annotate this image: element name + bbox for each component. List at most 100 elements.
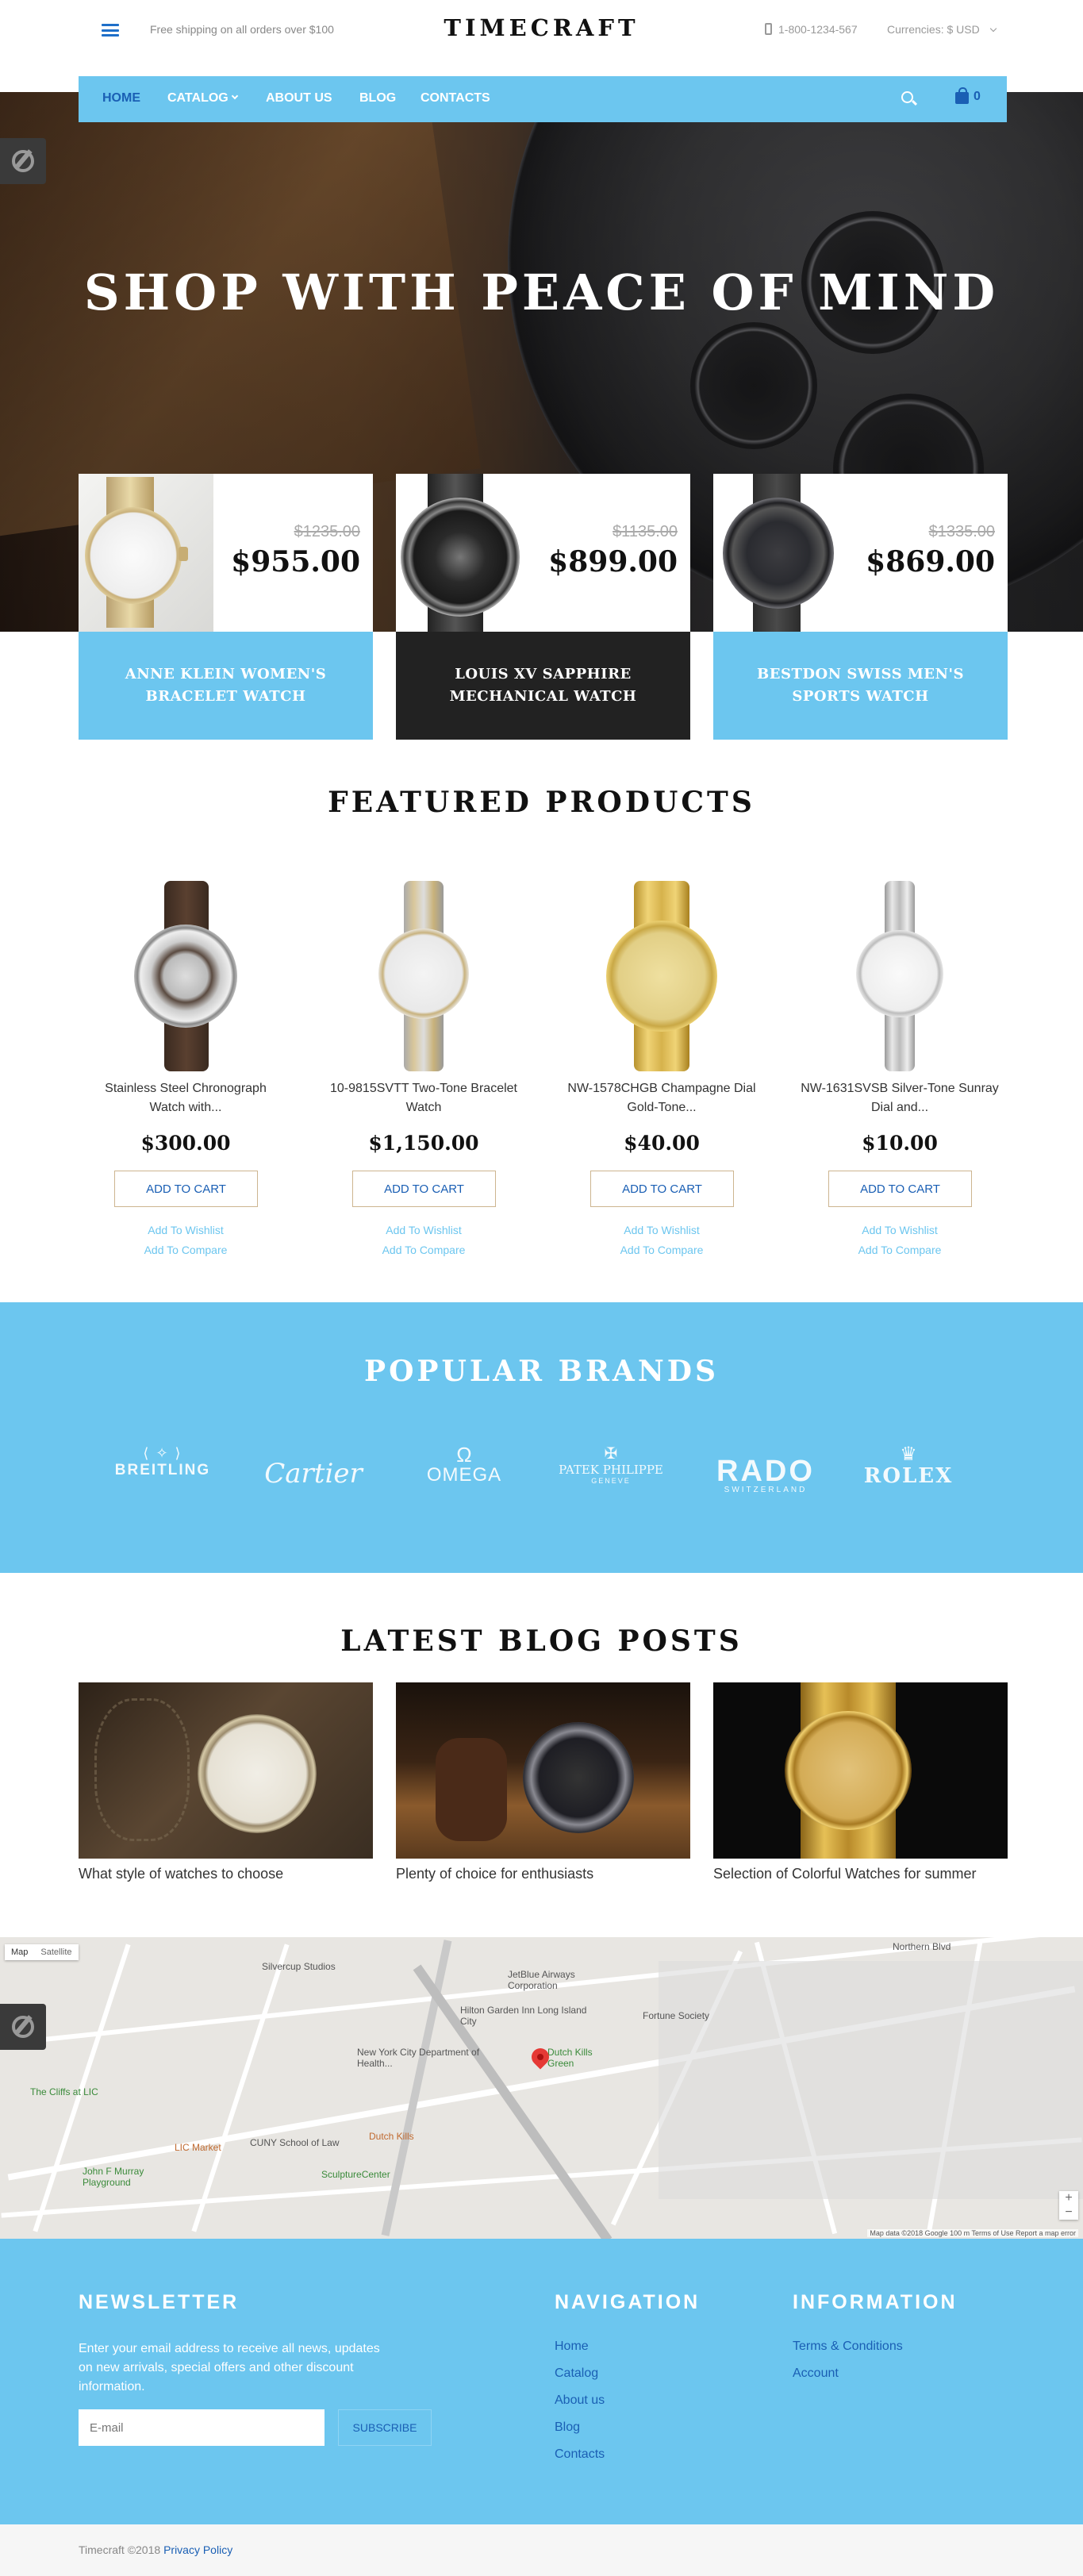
add-to-wishlist-link[interactable]: Add To Wishlist bbox=[79, 1224, 293, 1236]
product-card: NW-1631SVSB Silver-Tone Sunray Dial and.… bbox=[793, 865, 1007, 1270]
product-card: 10-9815SVTT Two-Tone Bracelet Watch $1,1… bbox=[317, 865, 531, 1270]
nav-catalog[interactable]: CATALOG bbox=[167, 91, 238, 106]
promo-title[interactable]: LOUIS XV SAPPHIRE MECHANICAL WATCH bbox=[396, 632, 690, 740]
chevron-down-icon bbox=[989, 25, 997, 33]
nav-blog[interactable]: BLOG bbox=[359, 91, 396, 106]
add-to-compare-link[interactable]: Add To Compare bbox=[79, 1244, 293, 1256]
product-image[interactable] bbox=[118, 881, 253, 1071]
product-price: $300.00 bbox=[140, 1132, 231, 1155]
add-to-wishlist-link[interactable]: Add To Wishlist bbox=[555, 1224, 769, 1236]
product-image[interactable] bbox=[832, 881, 967, 1071]
cart-count[interactable]: 0 bbox=[974, 90, 981, 104]
copyright: Timecraft ©2018 Privacy Policy bbox=[79, 2543, 233, 2556]
phone-number[interactable]: 1-800-1234-567 bbox=[765, 23, 858, 36]
blog-post-title[interactable]: Selection of Colorful Watches for summer bbox=[713, 1864, 1008, 1884]
map-label: Silvercup Studios bbox=[262, 1961, 336, 1972]
omega-icon: Ω bbox=[456, 1443, 472, 1467]
top-bar: Free shipping on all orders over $100 TI… bbox=[0, 0, 1083, 60]
brand-patek-philippe[interactable]: ✠ PATEK PHILIPPE GENEVE bbox=[555, 1445, 666, 1485]
brand-cartier[interactable]: Cartier bbox=[262, 1458, 365, 1490]
patek-cross-icon: ✠ bbox=[604, 1445, 618, 1463]
blog-title: LATEST BLOG POSTS bbox=[340, 1624, 743, 1658]
footer-link-terms[interactable]: Terms & Conditions bbox=[793, 2340, 903, 2354]
brands-title: POPULAR BRANDS bbox=[364, 1355, 719, 1388]
footer-link-account[interactable]: Account bbox=[793, 2366, 839, 2381]
product-price: $1,150.00 bbox=[368, 1132, 479, 1155]
nav-about-us[interactable]: ABOUT US bbox=[266, 91, 332, 106]
old-price: $1135.00 bbox=[613, 523, 678, 540]
brand-omega[interactable]: Ω OMEGA bbox=[413, 1443, 516, 1486]
promo-card[interactable]: $1235.00 $955.00 ANNE KLEIN WOMEN'S BRAC… bbox=[79, 474, 373, 740]
old-price: $1335.00 bbox=[928, 523, 995, 540]
add-to-cart-button[interactable]: ADD TO CART bbox=[828, 1171, 972, 1207]
shopping-bag-icon[interactable] bbox=[955, 87, 969, 104]
add-to-cart-button[interactable]: ADD TO CART bbox=[352, 1171, 496, 1207]
zoom-in-button[interactable]: + bbox=[1059, 2191, 1078, 2205]
brand-rado[interactable]: RADO SWITZERLAND bbox=[706, 1456, 825, 1494]
add-to-cart-button[interactable]: ADD TO CART bbox=[114, 1171, 258, 1207]
map-type-control: Map Satellite bbox=[5, 1944, 79, 1960]
promo-image bbox=[396, 474, 531, 632]
footer-link-catalog[interactable]: Catalog bbox=[555, 2366, 598, 2381]
footer-link-blog[interactable]: Blog bbox=[555, 2420, 580, 2435]
blog-post: Plenty of choice for enthusiasts bbox=[396, 1682, 690, 1884]
footer-link-contacts[interactable]: Contacts bbox=[555, 2447, 605, 2462]
product-image[interactable] bbox=[356, 881, 491, 1071]
product-card: NW-1578CHGB Champagne Dial Gold-Tone... … bbox=[555, 865, 769, 1270]
blog-image[interactable] bbox=[396, 1682, 690, 1859]
add-to-wishlist-link[interactable]: Add To Wishlist bbox=[793, 1224, 1007, 1236]
currency-selector[interactable]: Currencies: $ USD bbox=[887, 23, 997, 36]
footer-link-about[interactable]: About us bbox=[555, 2393, 605, 2408]
sale-price: $955.00 bbox=[231, 545, 360, 579]
promo-title[interactable]: ANNE KLEIN WOMEN'S BRACELET WATCH bbox=[79, 632, 373, 740]
nav-contacts[interactable]: CONTACTS bbox=[421, 91, 490, 106]
email-field[interactable] bbox=[79, 2409, 325, 2446]
product-price: $10.00 bbox=[862, 1132, 938, 1155]
theme-customizer-tab[interactable] bbox=[0, 138, 46, 184]
location-map[interactable]: Silvercup Studios JetBlue Airways Corpor… bbox=[0, 1937, 1083, 2239]
add-to-wishlist-link[interactable]: Add To Wishlist bbox=[317, 1224, 531, 1236]
palette-icon bbox=[12, 150, 34, 172]
nav-home[interactable]: HOME bbox=[102, 91, 140, 106]
map-label: CUNY School of Law bbox=[250, 2137, 340, 2148]
brand-breitling[interactable]: ⟨ ✧ ⟩ BREITLING bbox=[107, 1445, 218, 1479]
blog-image[interactable] bbox=[713, 1682, 1008, 1859]
add-to-compare-link[interactable]: Add To Compare bbox=[793, 1244, 1007, 1256]
promo-card[interactable]: $1335.00 $869.00 BESTDON SWISS MEN'S SPO… bbox=[713, 474, 1008, 740]
copyright-bar: Timecraft ©2018 Privacy Policy bbox=[0, 2524, 1083, 2576]
add-to-cart-button[interactable]: ADD TO CART bbox=[590, 1171, 734, 1207]
map-label: JetBlue Airways Corporation bbox=[508, 1969, 575, 1991]
add-to-compare-link[interactable]: Add To Compare bbox=[555, 1244, 769, 1256]
product-name[interactable]: NW-1631SVSB Silver-Tone Sunray Dial and.… bbox=[801, 1079, 999, 1117]
map-type-map[interactable]: Map bbox=[5, 1944, 34, 1960]
hero-title: SHOP WITH PEACE OF MIND bbox=[83, 263, 1000, 321]
blog-image[interactable] bbox=[79, 1682, 373, 1859]
subscribe-button[interactable]: SUBSCRIBE bbox=[338, 2409, 432, 2446]
theme-customizer-tab[interactable] bbox=[0, 2004, 46, 2050]
promo-title[interactable]: BESTDON SWISS MEN'S SPORTS WATCH bbox=[713, 632, 1008, 740]
search-icon[interactable] bbox=[901, 91, 913, 103]
sale-price: $869.00 bbox=[866, 545, 995, 579]
blog-post-title[interactable]: What style of watches to choose bbox=[79, 1864, 373, 1884]
newsletter-title: NEWSLETTER bbox=[79, 2291, 240, 2313]
product-name[interactable]: 10-9815SVTT Two-Tone Bracelet Watch bbox=[325, 1079, 523, 1117]
footer-link-home[interactable]: Home bbox=[555, 2340, 589, 2354]
product-name[interactable]: NW-1578CHGB Champagne Dial Gold-Tone... bbox=[563, 1079, 761, 1117]
map-type-satellite[interactable]: Satellite bbox=[34, 1944, 78, 1960]
blog-post: What style of watches to choose bbox=[79, 1682, 373, 1884]
blog-post: Selection of Colorful Watches for summer bbox=[713, 1682, 1008, 1884]
promo-image bbox=[79, 474, 213, 632]
brand-rolex[interactable]: ♛ ROLEX bbox=[857, 1445, 960, 1489]
map-label: LIC Market bbox=[175, 2142, 221, 2153]
add-to-compare-link[interactable]: Add To Compare bbox=[317, 1244, 531, 1256]
privacy-policy-link[interactable]: Privacy Policy bbox=[163, 2543, 232, 2556]
promo-card[interactable]: $1135.00 $899.00 LOUIS XV SAPPHIRE MECHA… bbox=[396, 474, 690, 740]
product-price: $40.00 bbox=[624, 1132, 700, 1155]
product-name[interactable]: Stainless Steel Chronograph Watch with..… bbox=[86, 1079, 285, 1117]
blog-post-title[interactable]: Plenty of choice for enthusiasts bbox=[396, 1864, 690, 1884]
product-image[interactable] bbox=[594, 881, 729, 1071]
zoom-out-button[interactable]: − bbox=[1059, 2205, 1078, 2220]
chevron-down-icon bbox=[231, 92, 238, 100]
map-attribution: Map data ©2018 Google 100 m Terms of Use… bbox=[867, 2229, 1078, 2237]
map-label: New York City Department of Health... bbox=[357, 2047, 480, 2069]
